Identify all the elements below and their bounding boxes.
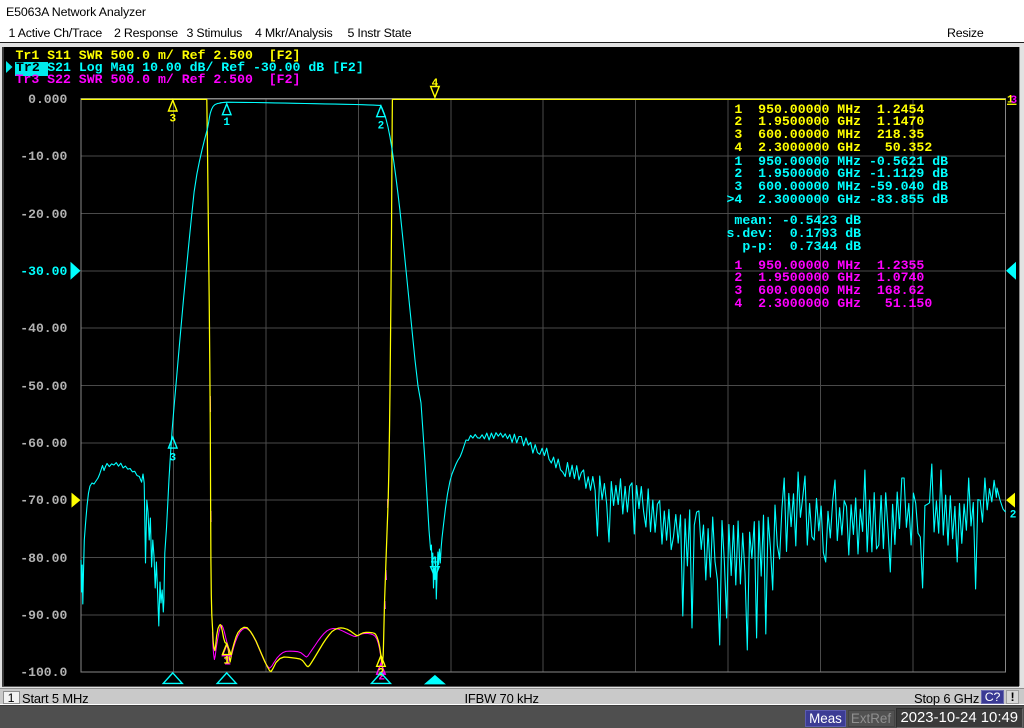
- svg-text:1: 1: [223, 117, 230, 129]
- svg-text:3: 3: [169, 453, 176, 465]
- svg-text:4: 4: [432, 78, 439, 90]
- svg-text:4: 4: [431, 556, 438, 568]
- svg-text:2: 2: [1010, 510, 1017, 522]
- svg-text:2: 2: [378, 120, 385, 132]
- svg-text:3: 3: [169, 114, 176, 126]
- svg-text:1: 1: [223, 656, 230, 668]
- svg-text:3: 3: [1010, 95, 1017, 107]
